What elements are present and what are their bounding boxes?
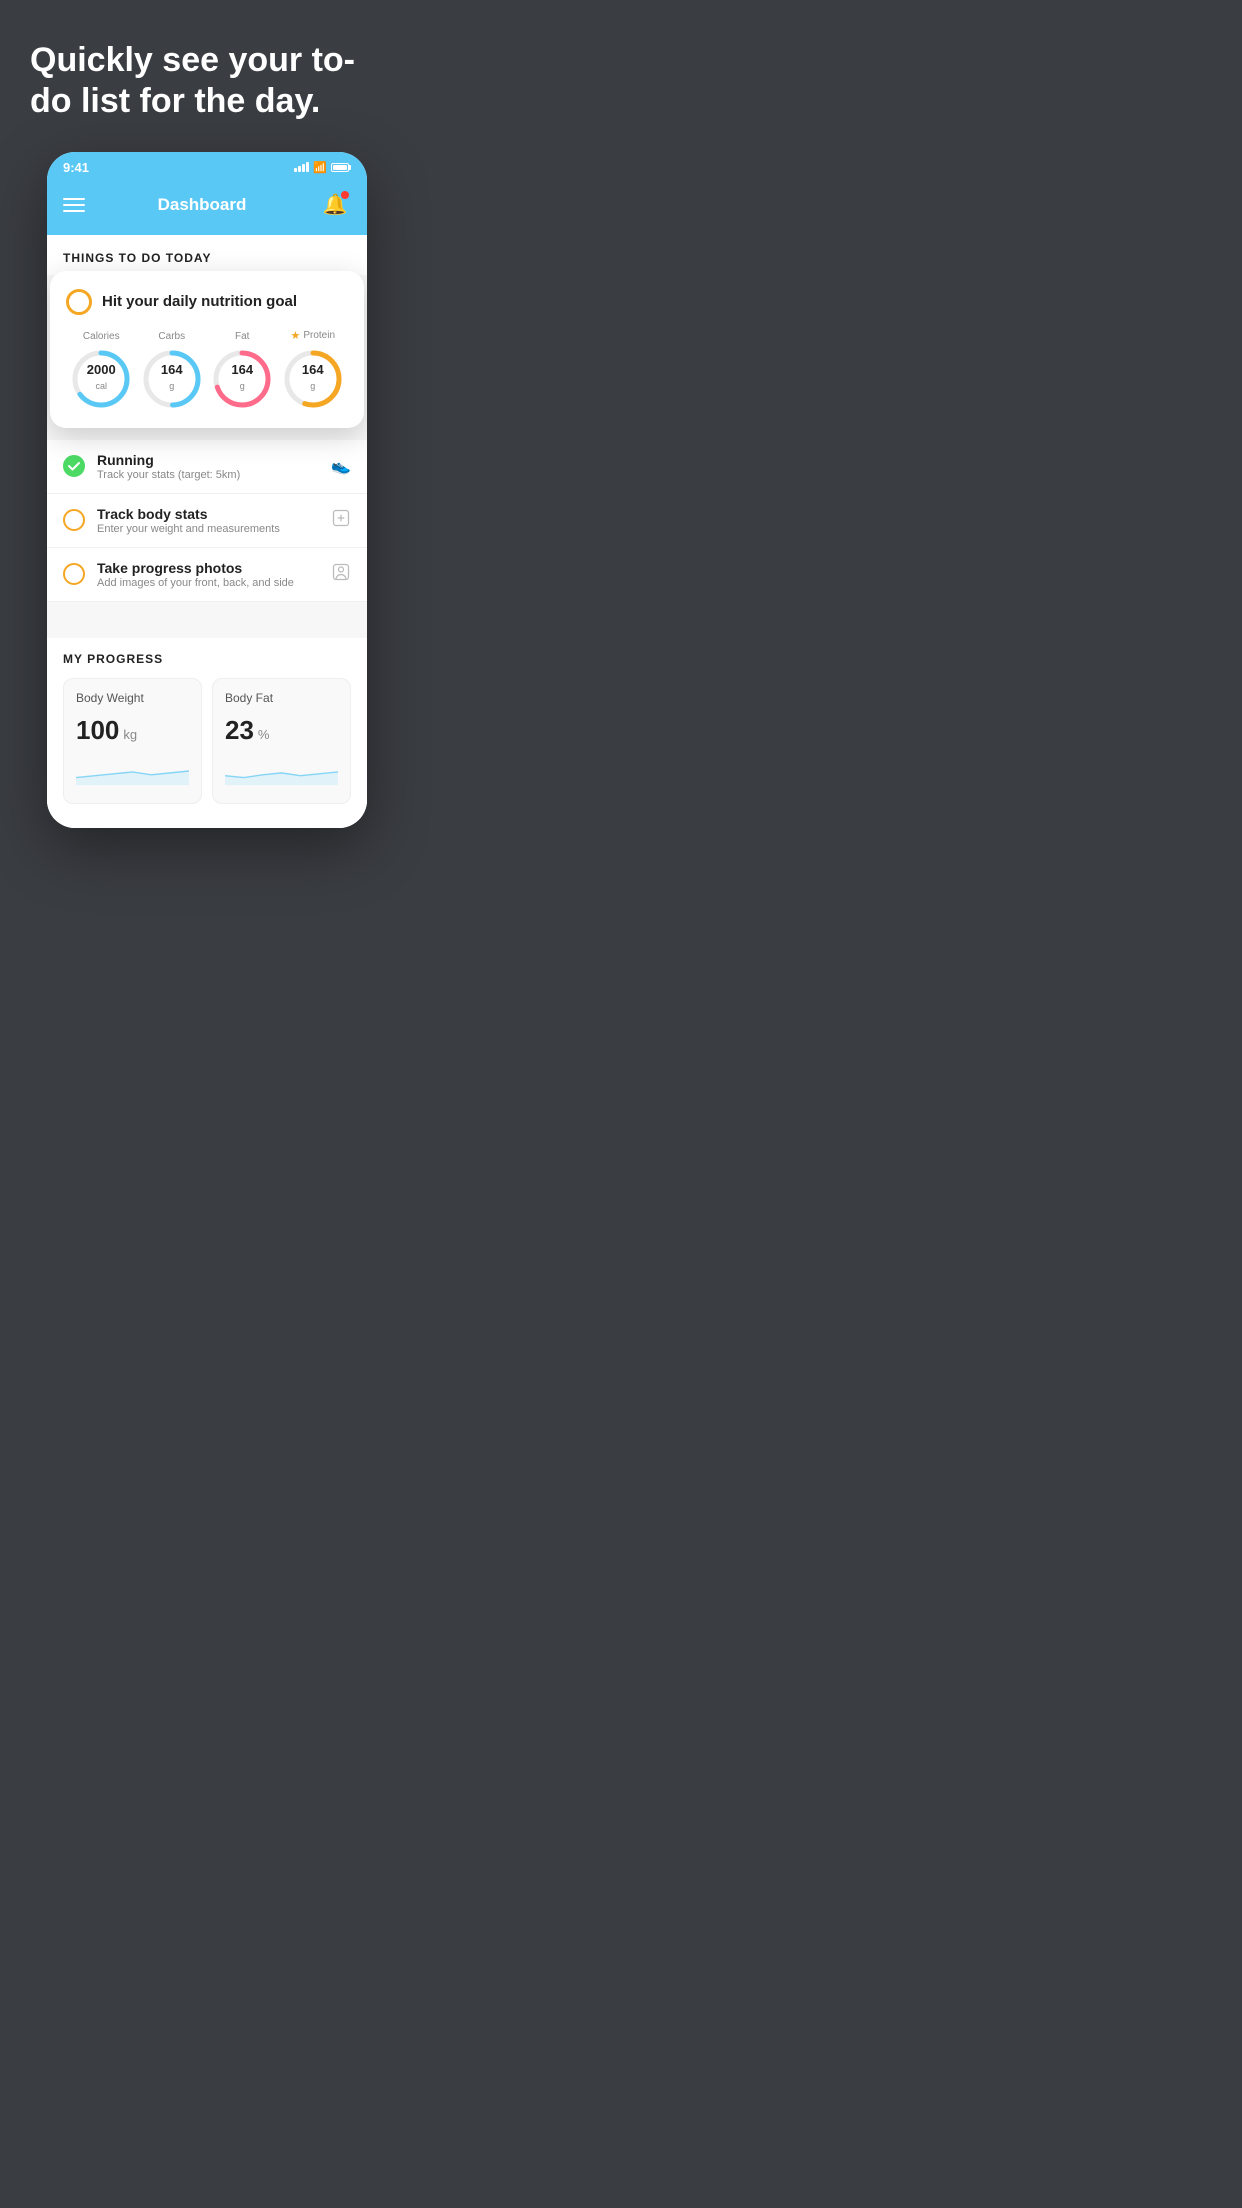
wifi-icon: 📶 <box>313 161 327 174</box>
todo-circle-photos <box>63 563 85 585</box>
progress-card-fat[interactable]: Body Fat 23 % <box>212 678 351 804</box>
body-weight-unit: kg <box>123 727 137 742</box>
signal-bar-2 <box>298 166 301 172</box>
protein-label: ★ Protein <box>290 329 335 342</box>
body-fat-unit: % <box>258 727 270 742</box>
nutrition-calories: Calories 2000 cal <box>70 331 132 410</box>
progress-cards: Body Weight 100 kg Body Fat <box>47 678 367 804</box>
fat-label: Fat <box>235 331 249 342</box>
carbs-value: 164 <box>161 363 183 376</box>
spacer <box>47 602 367 622</box>
app-body: THINGS TO DO TODAY Hit your daily nutrit… <box>47 235 367 828</box>
fat-circle: 164 g <box>211 348 273 410</box>
todo-subtitle-body-stats: Enter your weight and measurements <box>97 523 319 535</box>
body-fat-label: Body Fat <box>225 691 338 705</box>
todo-subtitle-running: Track your stats (target: 5km) <box>97 469 319 481</box>
notification-badge <box>341 191 349 199</box>
notification-button[interactable]: 🔔 <box>319 189 351 221</box>
floating-card-wrapper: Hit your daily nutrition goal Calories <box>47 271 367 428</box>
todo-circle-running <box>63 455 85 477</box>
todo-title-photos: Take progress photos <box>97 560 319 576</box>
nutrition-protein: ★ Protein 164 g <box>282 329 344 410</box>
calories-value: 2000 <box>87 363 116 376</box>
signal-bar-1 <box>294 168 297 172</box>
todo-item-photos[interactable]: Take progress photos Add images of your … <box>47 548 367 602</box>
todo-title-body-stats: Track body stats <box>97 506 319 522</box>
section-title: THINGS TO DO TODAY <box>63 251 211 265</box>
todo-title-running: Running <box>97 452 319 468</box>
calories-unit: cal <box>95 381 107 391</box>
shoe-icon: 👟 <box>331 456 351 476</box>
person-icon <box>331 562 351 587</box>
scale-icon <box>331 508 351 533</box>
nutrition-row: Calories 2000 cal <box>66 329 348 410</box>
protein-unit: g <box>310 381 315 391</box>
app-header: Dashboard 🔔 <box>47 179 367 235</box>
todo-item-running[interactable]: Running Track your stats (target: 5km) 👟 <box>47 440 367 494</box>
carbs-label: Carbs <box>158 331 185 342</box>
calories-label: Calories <box>83 331 120 342</box>
status-icons: 📶 <box>294 161 351 174</box>
nutrition-carbs: Carbs 164 g <box>141 331 203 410</box>
signal-bars-icon <box>294 162 309 172</box>
protein-value: 164 <box>302 363 324 376</box>
progress-title: MY PROGRESS <box>47 638 367 678</box>
section-header: THINGS TO DO TODAY <box>47 235 367 275</box>
nutrition-card-title: Hit your daily nutrition goal <box>102 293 297 310</box>
todo-content-running: Running Track your stats (target: 5km) <box>97 452 319 481</box>
signal-bar-3 <box>302 164 305 172</box>
hero-title: Quickly see your to-do list for the day. <box>30 40 384 122</box>
protein-circle: 164 g <box>282 348 344 410</box>
bottom-spacer <box>47 804 367 820</box>
body-fat-value-row: 23 % <box>225 715 338 746</box>
phone-mockup: 9:41 📶 <box>47 152 367 828</box>
todo-content-body-stats: Track body stats Enter your weight and m… <box>97 506 319 535</box>
page-wrapper: Quickly see your to-do list for the day.… <box>0 0 414 868</box>
todo-circle-body-stats <box>63 509 85 531</box>
task-circle-nutrition[interactable] <box>66 289 92 315</box>
body-weight-sparkline <box>76 756 189 786</box>
progress-section: MY PROGRESS Body Weight 100 kg <box>47 638 367 828</box>
body-weight-label: Body Weight <box>76 691 189 705</box>
hero-section: Quickly see your to-do list for the day. <box>0 0 414 152</box>
fat-value: 164 <box>231 363 253 376</box>
carbs-unit: g <box>169 381 174 391</box>
todo-content-photos: Take progress photos Add images of your … <box>97 560 319 589</box>
header-title: Dashboard <box>158 195 247 215</box>
todo-list: Running Track your stats (target: 5km) 👟… <box>47 440 367 602</box>
fat-unit: g <box>240 381 245 391</box>
body-weight-value-row: 100 kg <box>76 715 189 746</box>
star-icon: ★ <box>290 329 300 342</box>
nutrition-card[interactable]: Hit your daily nutrition goal Calories <box>50 271 364 428</box>
progress-card-weight[interactable]: Body Weight 100 kg <box>63 678 202 804</box>
carbs-circle: 164 g <box>141 348 203 410</box>
body-weight-number: 100 <box>76 715 119 746</box>
todo-item-body-stats[interactable]: Track body stats Enter your weight and m… <box>47 494 367 548</box>
body-fat-sparkline <box>225 756 338 786</box>
battery-icon <box>331 163 351 172</box>
nutrition-fat: Fat 164 g <box>211 331 273 410</box>
status-time: 9:41 <box>63 160 89 175</box>
card-header: Hit your daily nutrition goal <box>66 289 348 315</box>
status-bar: 9:41 📶 <box>47 152 367 179</box>
menu-button[interactable] <box>63 198 85 212</box>
calories-circle: 2000 cal <box>70 348 132 410</box>
signal-bar-4 <box>306 162 309 172</box>
body-fat-number: 23 <box>225 715 254 746</box>
todo-subtitle-photos: Add images of your front, back, and side <box>97 577 319 589</box>
